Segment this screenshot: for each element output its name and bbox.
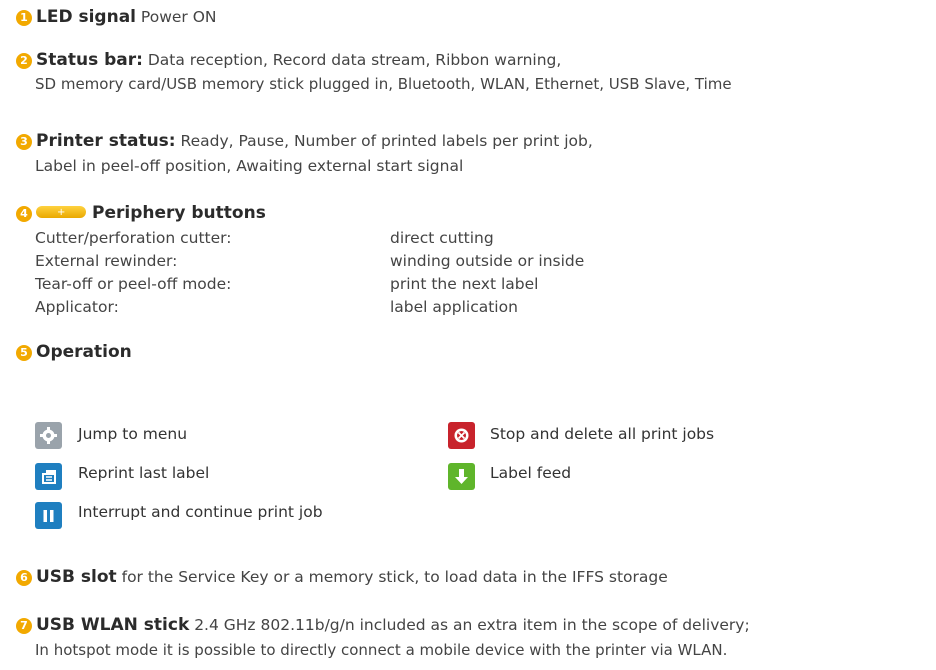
- periphery-action: winding outside or inside: [390, 252, 585, 270]
- item-description-line2: SD memory card/USB memory stick plugged …: [35, 75, 732, 93]
- item-number: 7: [16, 618, 32, 634]
- item-number: 1: [16, 10, 32, 26]
- item-periphery-buttons: 4 + Periphery buttons: [16, 203, 266, 223]
- item-description-line2: Label in peel-off position, Awaiting ext…: [35, 157, 464, 175]
- item-heading: USB slot: [36, 567, 117, 587]
- operation-feed-label: Label feed: [490, 464, 572, 482]
- gear-icon: [35, 422, 62, 449]
- item-heading: Operation: [36, 342, 132, 362]
- periphery-device: Tear-off or peel-off mode:: [35, 275, 232, 293]
- periphery-action: print the next label: [390, 275, 539, 293]
- item-description: Data reception, Record data stream, Ribb…: [142, 51, 562, 69]
- item-number: 6: [16, 570, 32, 586]
- item-description: 2.4 GHz 802.11b/g/n included as an extra…: [189, 616, 750, 634]
- item-heading: Status bar:: [36, 50, 143, 70]
- periphery-action: direct cutting: [390, 229, 494, 247]
- down-arrow-icon: [448, 463, 475, 490]
- operation-menu-label: Jump to menu: [78, 425, 188, 443]
- reprint-icon: [35, 463, 62, 490]
- operation-reprint-label: Reprint last label: [78, 464, 210, 482]
- item-status-bar: 2 Status bar: Data reception, Record data…: [16, 50, 561, 70]
- periphery-device: Applicator:: [35, 298, 119, 316]
- item-number: 2: [16, 53, 32, 69]
- item-heading: Printer status:: [36, 131, 176, 151]
- stop-icon: [448, 422, 475, 449]
- item-operation: 5 Operation: [16, 342, 132, 362]
- item-heading: USB WLAN stick: [36, 615, 190, 635]
- item-number: 4: [16, 206, 32, 222]
- periphery-device: External rewinder:: [35, 252, 178, 270]
- item-number: 3: [16, 134, 32, 150]
- operation-stop-label: Stop and delete all print jobs: [490, 425, 715, 443]
- periphery-action: label application: [390, 298, 518, 316]
- item-led-signal: 1 LED signal Power ON: [16, 7, 217, 27]
- item-usb-slot: 6 USB slot for the Service Key or a memor…: [16, 567, 668, 587]
- item-description: Power ON: [136, 8, 217, 26]
- periphery-button-icon: +: [36, 206, 86, 218]
- item-printer-status: 3 Printer status: Ready, Pause, Number of…: [16, 131, 593, 151]
- item-heading: Periphery buttons: [92, 203, 266, 223]
- item-heading: LED signal: [36, 7, 136, 27]
- item-description-line2: In hotspot mode it is possible to direct…: [35, 641, 728, 659]
- item-description: Ready, Pause, Number of printed labels p…: [175, 132, 593, 150]
- periphery-device: Cutter/perforation cutter:: [35, 229, 232, 247]
- item-description: for the Service Key or a memory stick, t…: [116, 568, 668, 586]
- operation-pause-label: Interrupt and continue print job: [78, 503, 323, 521]
- item-usb-wlan-stick: 7 USB WLAN stick 2.4 GHz 802.11b/g/n incl…: [16, 615, 750, 635]
- item-number: 5: [16, 345, 32, 361]
- pause-icon: [35, 502, 62, 529]
